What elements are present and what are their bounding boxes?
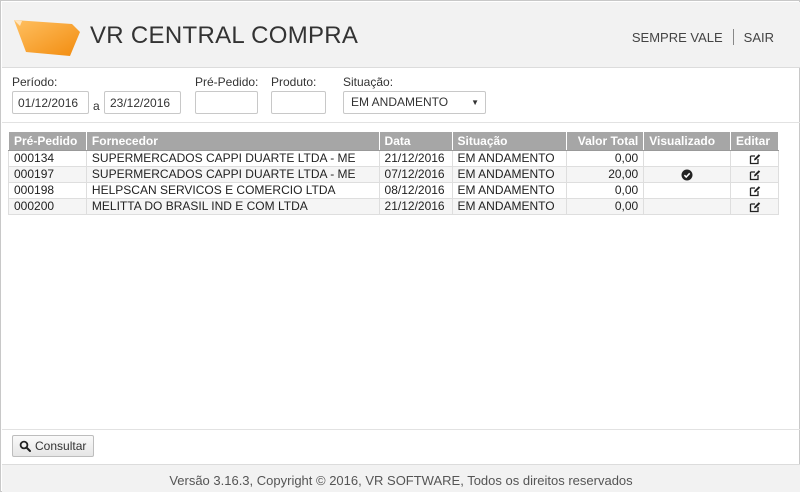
situacao-label: Situação: — [343, 75, 394, 89]
edit-icon[interactable] — [749, 153, 761, 165]
cell-data: 21/12/2016 — [378, 197, 453, 215]
cell-data: 07/12/2016 — [378, 165, 453, 183]
periodo-label: Período: — [12, 75, 58, 89]
col-header-data[interactable]: Data — [378, 132, 453, 151]
cell-pre-pedido: 000197 — [8, 165, 87, 183]
situacao-selected-value: EM ANDAMENTO — [351, 95, 449, 109]
pre-pedido-input[interactable] — [195, 91, 258, 114]
filter-bar: Período: a Pré-Pedido: Produto: Situação… — [2, 69, 800, 123]
app-footer: Versão 3.16.3, Copyright © 2016, VR SOFT… — [2, 464, 800, 492]
cell-data: 21/12/2016 — [378, 149, 453, 167]
cell-data: 08/12/2016 — [378, 181, 453, 199]
cell-situacao: EM ANDAMENTO — [451, 197, 568, 215]
cell-valor-total: 20,00 — [566, 165, 645, 183]
cell-visualizado — [643, 165, 732, 183]
cell-valor-total: 0,00 — [566, 181, 645, 199]
caret-down-icon: ▼ — [471, 98, 479, 107]
table-row[interactable]: 000200 MELITTA DO BRASIL IND E COM LTDA 21… — [8, 197, 779, 215]
check-circle-icon — [681, 169, 693, 181]
cell-editar[interactable] — [730, 181, 779, 199]
cell-editar[interactable] — [730, 149, 779, 167]
vr-logo — [14, 20, 80, 56]
table-row[interactable]: 000197 SUPERMERCADOS CAPPI DUARTE LTDA - … — [8, 165, 779, 183]
edit-icon[interactable] — [749, 201, 761, 213]
table-header-row: Pré-Pedido Fornecedor Data Situação Valo… — [8, 132, 779, 151]
pre-pedido-label: Pré-Pedido: — [195, 75, 259, 89]
cell-editar[interactable] — [730, 197, 779, 215]
app-header: VR CENTRAL COMPRA SEMPRE VALE SAIR — [2, 2, 800, 68]
top-nav: SEMPRE VALE SAIR — [632, 29, 774, 45]
col-header-situacao[interactable]: Situação — [451, 132, 568, 151]
cell-pre-pedido: 000134 — [8, 149, 87, 167]
cell-situacao: EM ANDAMENTO — [451, 181, 568, 199]
app-title: VR CENTRAL COMPRA — [90, 22, 359, 49]
app-window: VR CENTRAL COMPRA SEMPRE VALE SAIR Perío… — [0, 0, 800, 492]
cell-valor-total: 0,00 — [566, 197, 645, 215]
cell-situacao: EM ANDAMENTO — [451, 165, 568, 183]
pre-pedidos-table: Pré-Pedido Fornecedor Data Situação Valo… — [8, 132, 779, 215]
cell-fornecedor: HELPSCAN SERVICOS E COMERCIO LTDA — [85, 181, 380, 199]
nav-sair-link[interactable]: SAIR — [744, 30, 774, 45]
action-bar: Consultar — [2, 429, 800, 463]
cell-fornecedor: MELITTA DO BRASIL IND E COM LTDA — [85, 197, 380, 215]
copyright-text: Versão 3.16.3, Copyright © 2016, VR SOFT… — [169, 473, 633, 488]
col-header-pre-pedido[interactable]: Pré-Pedido — [8, 132, 87, 151]
cell-pre-pedido: 000198 — [8, 181, 87, 199]
consultar-label: Consultar — [35, 439, 87, 453]
edit-icon[interactable] — [749, 185, 761, 197]
produto-input[interactable] — [271, 91, 326, 114]
cell-situacao: EM ANDAMENTO — [451, 149, 568, 167]
cell-fornecedor: SUPERMERCADOS CAPPI DUARTE LTDA - ME — [85, 165, 380, 183]
date-range-separator: a — [93, 99, 100, 113]
cell-pre-pedido: 000200 — [8, 197, 87, 215]
produto-label: Produto: — [271, 75, 317, 89]
edit-icon[interactable] — [749, 169, 761, 181]
table-row[interactable]: 000134 SUPERMERCADOS CAPPI DUARTE LTDA - … — [8, 149, 779, 167]
col-header-visualizado[interactable]: Visualizado — [643, 132, 732, 151]
cell-editar[interactable] — [730, 165, 779, 183]
table-row[interactable]: 000198 HELPSCAN SERVICOS E COMERCIO LTDA 0… — [8, 181, 779, 199]
date-to-input[interactable] — [104, 91, 181, 114]
search-icon — [19, 440, 31, 452]
col-header-fornecedor[interactable]: Fornecedor — [85, 132, 380, 151]
table-body: 000134 SUPERMERCADOS CAPPI DUARTE LTDA - … — [8, 149, 779, 215]
consultar-button[interactable]: Consultar — [12, 435, 95, 457]
cell-valor-total: 0,00 — [566, 149, 645, 167]
col-header-valor-total[interactable]: Valor Total — [566, 132, 645, 151]
situacao-select[interactable]: EM ANDAMENTO ▼ — [343, 91, 486, 114]
cell-visualizado — [643, 197, 732, 215]
col-header-editar: Editar — [730, 132, 779, 151]
cell-visualizado — [643, 181, 732, 199]
date-from-input[interactable] — [12, 91, 89, 114]
cell-fornecedor: SUPERMERCADOS CAPPI DUARTE LTDA - ME — [85, 149, 380, 167]
nav-sempre-vale-link[interactable]: SEMPRE VALE — [632, 30, 723, 45]
cell-visualizado — [643, 149, 732, 167]
nav-divider — [732, 29, 734, 45]
